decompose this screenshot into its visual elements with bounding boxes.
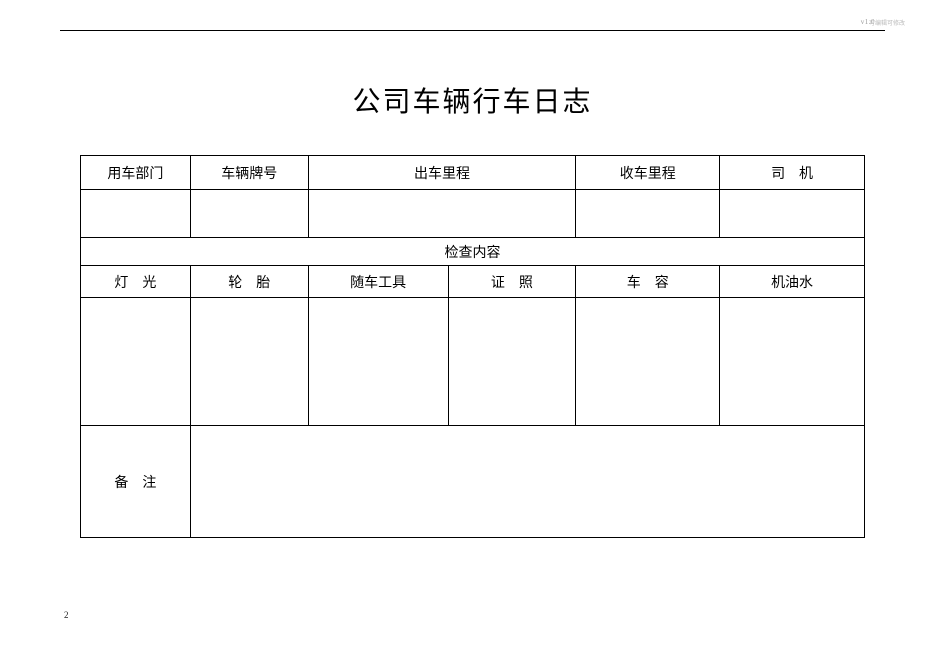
cell-tires [190, 298, 308, 426]
table-header-row-2: 灯 光 轮 胎 随车工具 证 照 车 容 机油水 [81, 266, 865, 298]
cell-return-mileage [576, 190, 720, 238]
table-data-row-1 [81, 190, 865, 238]
col-lights-header: 灯 光 [81, 266, 191, 298]
cell-remarks-content [190, 426, 864, 538]
table-section-header: 检查内容 [81, 238, 865, 266]
cell-license [448, 298, 576, 426]
cell-department [81, 190, 191, 238]
header-divider [60, 30, 885, 31]
col-depart-mileage-header: 出车里程 [308, 156, 576, 190]
col-license-header: 证 照 [448, 266, 576, 298]
table-header-row-1: 用车部门 车辆牌号 出车里程 收车里程 司 机 [81, 156, 865, 190]
cell-plate [190, 190, 308, 238]
cell-depart-mileage [308, 190, 576, 238]
vehicle-log-table: 用车部门 车辆牌号 出车里程 收车里程 司 机 检查内容 灯 光 轮 胎 随车工… [80, 155, 865, 538]
col-oilwater-header: 机油水 [720, 266, 865, 298]
col-tires-header: 轮 胎 [190, 266, 308, 298]
cell-inspection-header: 检查内容 [81, 238, 865, 266]
cell-appearance [576, 298, 720, 426]
col-return-mileage-header: 收车里程 [576, 156, 720, 190]
table-remarks-row: 备 注 [81, 426, 865, 538]
col-department-header: 用车部门 [81, 156, 191, 190]
cell-driver [720, 190, 865, 238]
cell-tools [308, 298, 448, 426]
cell-remarks-label: 备 注 [81, 426, 191, 538]
page-number: 2 [64, 610, 69, 620]
col-tools-header: 随车工具 [308, 266, 448, 298]
cell-oilwater [720, 298, 865, 426]
cell-lights [81, 298, 191, 426]
page-title: 公司车辆行车日志 [0, 80, 945, 120]
table-data-row-2 [81, 298, 865, 426]
col-appearance-header: 车 容 [576, 266, 720, 298]
col-driver-header: 司 机 [720, 156, 865, 190]
header-note: 可编辑可修改 [869, 18, 905, 27]
col-plate-header: 车辆牌号 [190, 156, 308, 190]
